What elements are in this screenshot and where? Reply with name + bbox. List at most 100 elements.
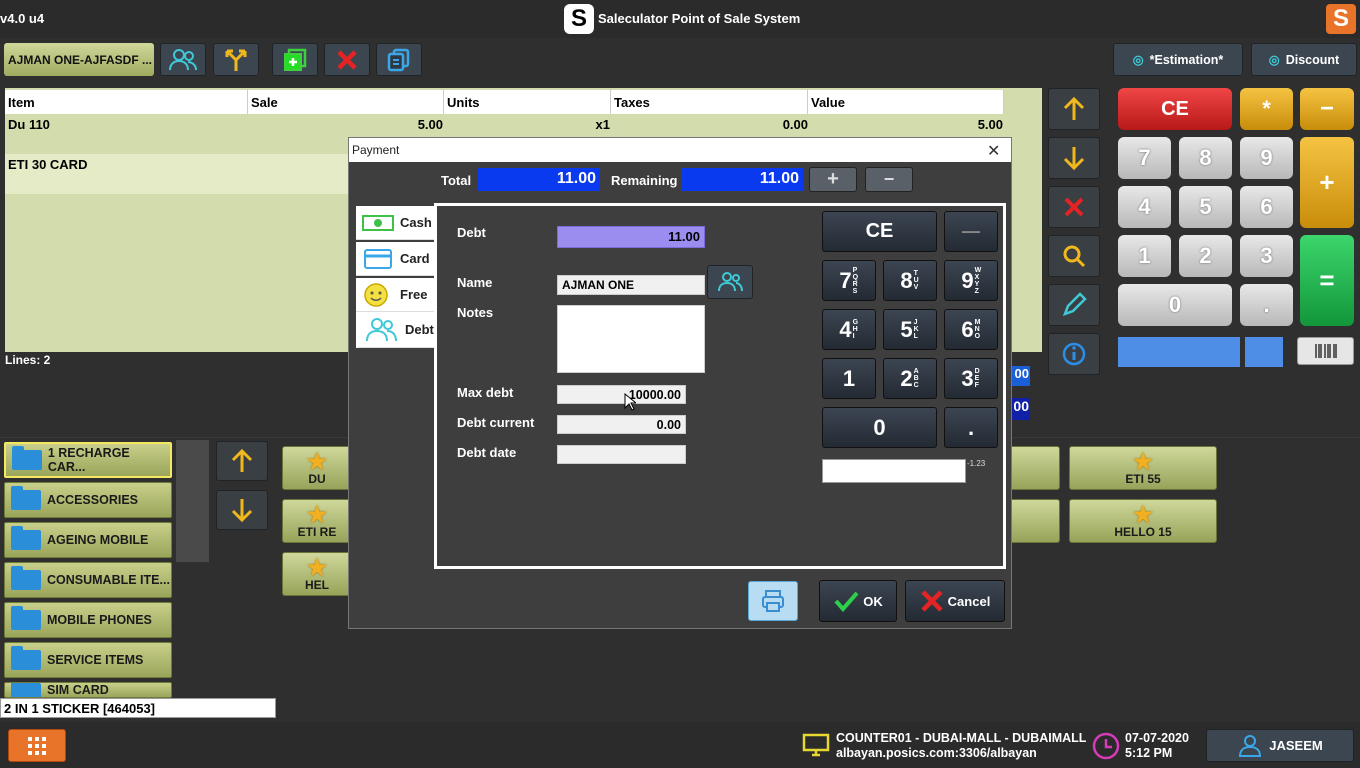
- plus-button[interactable]: +: [1300, 137, 1354, 228]
- category-accessories[interactable]: ACCESSORIES: [4, 482, 172, 518]
- key-dot[interactable]: .: [1240, 284, 1293, 326]
- multiply-button[interactable]: *: [1240, 88, 1293, 130]
- category-service-items[interactable]: SERVICE ITEMS: [4, 642, 172, 678]
- category-scrollbar[interactable]: [176, 440, 209, 562]
- new-ticket-icon[interactable]: [272, 43, 318, 76]
- key-7[interactable]: 7: [1118, 137, 1171, 179]
- dialog-key-9[interactable]: 9 WXYZ: [944, 260, 998, 301]
- category-recharge[interactable]: 1 RECHARGE CAR...: [4, 442, 172, 478]
- search-input[interactable]: 2 IN 1 STICKER [464053]: [0, 698, 276, 718]
- amount-input[interactable]: [822, 459, 966, 483]
- key-4[interactable]: 4: [1118, 186, 1171, 228]
- remove-payment-button[interactable]: −: [865, 167, 913, 192]
- ce-button[interactable]: CE: [1118, 88, 1232, 130]
- dialog-key-7[interactable]: 7 PQRS: [822, 260, 876, 301]
- add-payment-button[interactable]: +: [809, 167, 857, 192]
- debt-date-field[interactable]: [557, 445, 686, 464]
- dialog-key-dot[interactable]: .: [944, 407, 998, 448]
- tab-debt[interactable]: Debt: [356, 312, 434, 348]
- key-0[interactable]: 0: [1118, 284, 1232, 326]
- dialog-key-2[interactable]: 2 ABC: [883, 358, 937, 399]
- debt-date-label: Debt date: [457, 445, 517, 460]
- star-icon: ★: [307, 555, 327, 580]
- brand-logo-icon: S: [1326, 4, 1356, 34]
- category-ageing-mobile[interactable]: AGEING MOBILE: [4, 522, 172, 558]
- dialog-key-4[interactable]: 4 GHI: [822, 309, 876, 350]
- star-icon: ★: [1133, 449, 1153, 474]
- tab-cash[interactable]: Cash: [356, 206, 434, 240]
- card-icon: [364, 248, 392, 269]
- product-du[interactable]: ★ DU: [282, 446, 352, 490]
- key-5[interactable]: 5: [1179, 186, 1232, 228]
- user-button[interactable]: JASEEM: [1206, 729, 1354, 762]
- key-1[interactable]: 1: [1118, 235, 1171, 277]
- category-mobile-phones[interactable]: MOBILE PHONES: [4, 602, 172, 638]
- product-eti-55[interactable]: ★ ETI 55: [1069, 446, 1217, 490]
- equals-button[interactable]: =: [1300, 235, 1354, 326]
- customer-name-field[interactable]: AJMAN ONE: [557, 275, 705, 295]
- dialog-key-0[interactable]: 0: [822, 407, 937, 448]
- estimation-button[interactable]: ◎ *Estimation*: [1113, 43, 1243, 76]
- folder-icon: [11, 646, 41, 670]
- status-bar: [0, 722, 1360, 768]
- key-3[interactable]: 3: [1240, 235, 1293, 277]
- key-2[interactable]: 2: [1179, 235, 1232, 277]
- notes-textarea[interactable]: [557, 305, 705, 373]
- date-label: 07-07-2020: [1125, 731, 1189, 745]
- name-label: Name: [457, 275, 493, 290]
- category-consumable[interactable]: CONSUMABLE ITE...: [4, 562, 172, 598]
- category-down-icon[interactable]: [216, 490, 268, 530]
- split-ticket-icon[interactable]: [213, 43, 259, 76]
- cancel-button[interactable]: Cancel: [905, 580, 1005, 622]
- ticket-customer-button[interactable]: AJMAN ONE-AJFASDF ...: [4, 43, 154, 76]
- product-hel[interactable]: ★ HEL: [282, 552, 352, 596]
- category-up-icon[interactable]: [216, 441, 268, 481]
- menu-grid-icon[interactable]: [8, 729, 66, 762]
- dialog-key-3[interactable]: 3 DEF: [944, 358, 998, 399]
- tab-free[interactable]: Free: [356, 278, 434, 312]
- product-tile[interactable]: [1005, 499, 1060, 543]
- col-sale: Sale: [248, 90, 444, 114]
- ticket-list-icon[interactable]: [376, 43, 422, 76]
- dialog-key-1[interactable]: 1: [822, 358, 876, 399]
- dialog-key-8[interactable]: 8 TUV: [883, 260, 937, 301]
- folder-icon: [12, 446, 42, 470]
- cash-icon: [362, 214, 394, 231]
- remove-line-icon[interactable]: [1048, 186, 1100, 228]
- search-icon[interactable]: [1048, 235, 1100, 277]
- quantity-display: [1245, 337, 1283, 367]
- folder-icon: [11, 683, 41, 697]
- customer-icon[interactable]: [160, 43, 206, 76]
- col-taxes: Taxes: [611, 90, 808, 114]
- select-customer-icon[interactable]: [707, 265, 753, 299]
- debt-current-label: Debt current: [457, 415, 535, 430]
- location-label: COUNTER01 - DUBAI-MALL - DUBAIMALL: [836, 731, 1087, 745]
- dialog-minus-button[interactable]: —: [944, 211, 998, 252]
- print-icon[interactable]: [748, 581, 798, 621]
- dialog-key-6[interactable]: 6 MNO: [944, 309, 998, 350]
- dialog-ce-button[interactable]: CE: [822, 211, 937, 252]
- arrow-down-icon[interactable]: [1048, 137, 1100, 179]
- dialog-key-5[interactable]: 5 JKL: [883, 309, 937, 350]
- ok-button[interactable]: OK: [819, 580, 897, 622]
- key-6[interactable]: 6: [1240, 186, 1293, 228]
- category-sim-card[interactable]: SIM CARD: [4, 682, 172, 698]
- close-icon[interactable]: ✕: [987, 141, 1000, 161]
- key-8[interactable]: 8: [1179, 137, 1232, 179]
- product-tile[interactable]: [1005, 446, 1060, 490]
- product-hello-15[interactable]: ★ HELLO 15: [1069, 499, 1217, 543]
- delete-ticket-icon[interactable]: [324, 43, 370, 76]
- title-bar: v4.0 u4 S Saleculator Point of Sale Syst…: [0, 0, 1360, 38]
- tab-card[interactable]: Card: [356, 242, 434, 276]
- key-9[interactable]: 9: [1240, 137, 1293, 179]
- barcode-icon[interactable]: [1297, 337, 1354, 365]
- arrow-up-icon[interactable]: [1048, 88, 1100, 130]
- total-label: Total: [441, 173, 472, 188]
- edit-icon[interactable]: [1048, 284, 1100, 326]
- info-icon[interactable]: [1048, 333, 1100, 375]
- minus-button[interactable]: −: [1300, 88, 1354, 130]
- product-eti-re[interactable]: ★ ETI RE: [282, 499, 352, 543]
- discount-button[interactable]: ◎ Discount: [1251, 43, 1357, 76]
- debt-amount-field[interactable]: 11.00: [557, 226, 705, 248]
- star-icon: ★: [307, 502, 327, 527]
